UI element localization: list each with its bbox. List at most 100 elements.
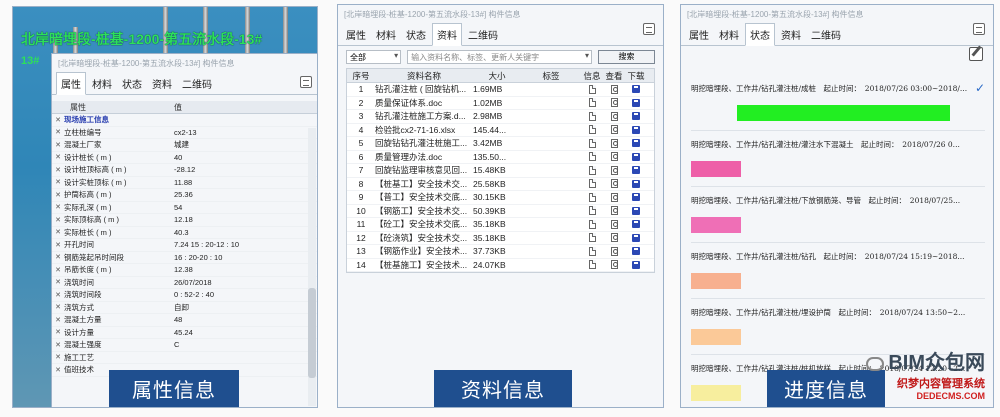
document-name[interactable]: 【普工】安全技术交底... bbox=[375, 191, 473, 203]
filter-select[interactable]: 全部 bbox=[346, 50, 402, 64]
close-icon[interactable]: ✕ bbox=[52, 328, 64, 336]
close-icon[interactable]: ✕ bbox=[52, 253, 64, 261]
close-icon[interactable]: ✕ bbox=[52, 191, 64, 199]
info-icon[interactable] bbox=[588, 84, 596, 94]
document-name[interactable]: 【桩基工】安全技术交... bbox=[375, 178, 473, 190]
tab-documents[interactable]: 资料 bbox=[432, 23, 462, 46]
download-icon[interactable] bbox=[632, 166, 640, 175]
tab-status[interactable]: 状态 bbox=[745, 23, 775, 46]
table-row[interactable]: 6 质量管理办法.doc 135.50... bbox=[347, 151, 654, 164]
document-name[interactable]: 钻孔灌注桩 ( 回旋钻机... bbox=[375, 83, 473, 95]
table-row[interactable]: 10 【钢筋工】安全技术交... 50.39KB bbox=[347, 205, 654, 218]
view-icon[interactable] bbox=[610, 125, 618, 135]
table-row[interactable]: 14 【桩基施工】安全技术... 24.07KB bbox=[347, 259, 654, 272]
tab-properties[interactable]: 属性 bbox=[342, 24, 370, 45]
scrollbar-thumb[interactable] bbox=[308, 288, 316, 378]
info-icon[interactable] bbox=[588, 125, 596, 135]
table-row[interactable]: 11 【砼工】安全技术交底... 35.18KB bbox=[347, 218, 654, 232]
close-icon[interactable]: ✕ bbox=[52, 291, 64, 299]
progress-item[interactable]: 明挖暗埋段、工作井/钻孔灌注桩/下放钢筋笼、导管 起止时间： 2018/07/2… bbox=[691, 187, 985, 243]
view-icon[interactable] bbox=[610, 98, 618, 108]
view-icon[interactable] bbox=[610, 206, 618, 216]
document-name[interactable]: 【桩基施工】安全技术... bbox=[375, 259, 473, 271]
view-icon[interactable] bbox=[610, 138, 618, 148]
view-icon[interactable] bbox=[610, 152, 618, 162]
info-icon[interactable] bbox=[588, 219, 596, 229]
table-row[interactable]: 7 回旋钻监理审核意见回... 15.48KB bbox=[347, 164, 654, 178]
download-icon[interactable] bbox=[632, 179, 640, 188]
table-row[interactable]: 2 质量保证体系.doc 1.02MB bbox=[347, 97, 654, 110]
close-icon[interactable]: ✕ bbox=[52, 116, 64, 124]
export-icon[interactable] bbox=[973, 23, 985, 35]
info-icon[interactable] bbox=[588, 138, 596, 148]
search-input[interactable]: 输入资料名称、标签、更新人关键字 bbox=[407, 50, 592, 64]
document-name[interactable]: 回旋钻监理审核意见回... bbox=[375, 164, 473, 176]
scrollbar[interactable] bbox=[308, 128, 316, 406]
info-icon[interactable] bbox=[588, 152, 596, 162]
close-icon[interactable]: ✕ bbox=[52, 203, 64, 211]
tab-status[interactable]: 状态 bbox=[402, 24, 430, 45]
tab-documents[interactable]: 资料 bbox=[777, 24, 805, 45]
view-icon[interactable] bbox=[610, 111, 618, 121]
tab-documents[interactable]: 资料 bbox=[148, 73, 176, 94]
download-icon[interactable] bbox=[632, 233, 640, 242]
close-icon[interactable]: ✕ bbox=[52, 153, 64, 161]
info-icon[interactable] bbox=[588, 179, 596, 189]
tab-status[interactable]: 状态 bbox=[118, 73, 146, 94]
download-icon[interactable] bbox=[632, 193, 640, 202]
download-icon[interactable] bbox=[632, 206, 640, 215]
view-icon[interactable] bbox=[610, 192, 618, 202]
document-name[interactable]: 【钢筋作业】安全技术... bbox=[375, 245, 473, 257]
download-icon[interactable] bbox=[632, 98, 640, 107]
download-icon[interactable] bbox=[632, 247, 640, 256]
info-icon[interactable] bbox=[588, 233, 596, 243]
info-icon[interactable] bbox=[588, 165, 596, 175]
tab-properties[interactable]: 属性 bbox=[685, 24, 713, 45]
info-icon[interactable] bbox=[588, 111, 596, 121]
info-icon[interactable] bbox=[588, 192, 596, 202]
document-name[interactable]: 检验批cx2-71-16.xlsx bbox=[375, 124, 473, 136]
export-icon[interactable] bbox=[643, 23, 655, 35]
table-row[interactable]: 4 检验批cx2-71-16.xlsx 145.44... bbox=[347, 124, 654, 137]
progress-item[interactable]: 明挖暗埋段、工作井/钻孔灌注桩/成桩 起止时间： 2018/07/26 03:0… bbox=[691, 75, 985, 131]
table-row[interactable]: 1 钻孔灌注桩 ( 回旋钻机... 1.69MB bbox=[347, 83, 654, 97]
tab-qrcode[interactable]: 二维码 bbox=[178, 73, 216, 94]
download-icon[interactable] bbox=[632, 125, 640, 134]
document-name[interactable]: 回旋钻钻孔灌注桩施工... bbox=[375, 137, 473, 149]
view-icon[interactable] bbox=[610, 165, 618, 175]
close-icon[interactable]: ✕ bbox=[52, 366, 64, 374]
document-name[interactable]: 【钢筋工】安全技术交... bbox=[375, 205, 473, 217]
view-icon[interactable] bbox=[610, 246, 618, 256]
view-icon[interactable] bbox=[610, 260, 618, 270]
document-name[interactable]: 【砼工】安全技术交底... bbox=[375, 218, 473, 230]
download-icon[interactable] bbox=[632, 139, 640, 148]
tab-materials[interactable]: 材料 bbox=[88, 73, 116, 94]
info-icon[interactable] bbox=[588, 206, 596, 216]
export-icon[interactable] bbox=[300, 76, 312, 88]
download-icon[interactable] bbox=[632, 85, 640, 94]
table-row[interactable]: 3 钻孔灌注桩施工方案.d... 2.98MB bbox=[347, 110, 654, 124]
progress-item[interactable]: 明挖暗埋段、工作井/钻孔灌注桩/灌注水下混凝土 起止时间： 2018/07/26… bbox=[691, 131, 985, 187]
close-icon[interactable]: ✕ bbox=[52, 278, 64, 286]
download-icon[interactable] bbox=[632, 260, 640, 269]
view-icon[interactable] bbox=[610, 219, 618, 229]
table-row[interactable]: 12 【砼浇筑】安全技术交... 35.18KB bbox=[347, 232, 654, 245]
download-icon[interactable] bbox=[632, 152, 640, 161]
document-name[interactable]: 质量保证体系.doc bbox=[375, 97, 473, 109]
tab-materials[interactable]: 材料 bbox=[715, 24, 743, 45]
close-icon[interactable]: ✕ bbox=[52, 128, 64, 136]
search-button[interactable]: 搜索 bbox=[597, 50, 655, 64]
close-icon[interactable]: ✕ bbox=[52, 166, 64, 174]
close-icon[interactable]: ✕ bbox=[52, 316, 64, 324]
close-icon[interactable]: ✕ bbox=[52, 266, 64, 274]
tab-materials[interactable]: 材料 bbox=[372, 24, 400, 45]
info-icon[interactable] bbox=[588, 260, 596, 270]
view-icon[interactable] bbox=[610, 84, 618, 94]
table-row[interactable]: 9 【普工】安全技术交底... 30.15KB bbox=[347, 191, 654, 205]
table-row[interactable]: 5 回旋钻钻孔灌注桩施工... 3.42MB bbox=[347, 137, 654, 151]
table-row[interactable]: 8 【桩基工】安全技术交... 25.58KB bbox=[347, 178, 654, 191]
progress-item[interactable]: 明挖暗埋段、工作井/钻孔灌注桩/钻孔 起止时间： 2018/07/24 15:1… bbox=[691, 243, 985, 299]
tab-properties[interactable]: 属性 bbox=[56, 72, 86, 95]
view-icon[interactable] bbox=[610, 233, 618, 243]
close-icon[interactable]: ✕ bbox=[52, 241, 64, 249]
